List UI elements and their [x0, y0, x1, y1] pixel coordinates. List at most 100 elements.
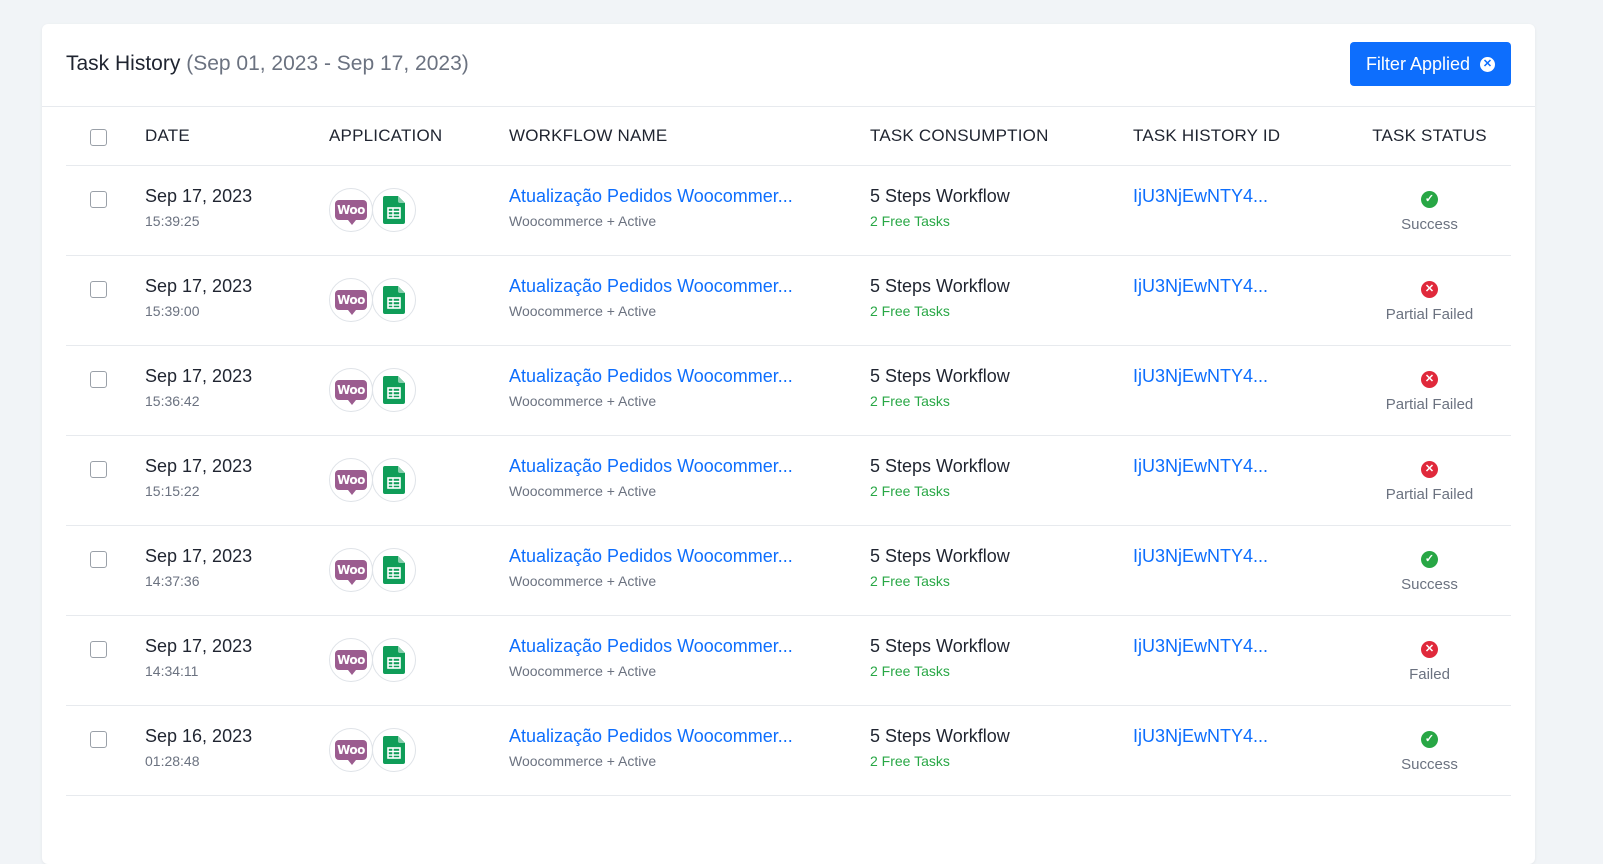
workflow-name-link[interactable]: Atualização Pedidos Woocommer... [509, 366, 870, 387]
application-icons: Woo [329, 436, 509, 525]
woocommerce-icon: Woo [329, 188, 373, 232]
table-row[interactable]: Sep 17, 2023 15:15:22 Woo Atualização Pe… [66, 435, 1511, 526]
workflow-name-link[interactable]: Atualização Pedidos Woocommer... [509, 186, 870, 207]
woocommerce-icon: Woo [329, 368, 373, 412]
x-circle-icon: ✕ [1421, 371, 1438, 388]
workflow-apps: Woocommerce + Active [509, 573, 657, 589]
status-label: Partial Failed [1385, 486, 1474, 503]
row-checkbox[interactable] [90, 641, 107, 658]
free-tasks: 2 Free Tasks [870, 483, 950, 499]
row-date: Sep 17, 2023 [145, 636, 253, 656]
row-time: 15:39:00 [145, 303, 200, 319]
status-label: Partial Failed [1385, 396, 1474, 413]
row-checkbox[interactable] [90, 371, 107, 388]
check-circle-icon: ✓ [1421, 191, 1438, 208]
task-history-id-link[interactable]: IjU3NjEwNTY4... [1133, 276, 1348, 297]
google-sheets-icon [372, 548, 416, 592]
woocommerce-icon: Woo [329, 548, 373, 592]
table-row[interactable]: Sep 16, 2023 01:28:48 Woo Atualização Pe… [66, 705, 1511, 796]
task-history-table: DATE APPLICATION WORKFLOW NAME TASK CONS… [66, 107, 1511, 796]
workflow-name-link[interactable]: Atualização Pedidos Woocommer... [509, 636, 870, 657]
select-all-checkbox[interactable] [90, 128, 107, 146]
workflow-apps: Woocommerce + Active [509, 483, 657, 499]
task-history-id-link[interactable]: IjU3NjEwNTY4... [1133, 546, 1348, 567]
task-consumption: 5 Steps Workflow [870, 186, 1010, 206]
task-consumption: 5 Steps Workflow [870, 546, 1010, 566]
task-consumption: 5 Steps Workflow [870, 636, 1010, 656]
filter-button-label: Filter Applied [1365, 53, 1470, 74]
column-header-task-status: TASK STATUS [1348, 107, 1511, 166]
date-range: (Sep 01, 2023 - Sep 17, 2023) [186, 52, 469, 75]
column-header-date: DATE [145, 107, 329, 166]
application-icons: Woo [329, 256, 509, 345]
workflow-apps: Woocommerce + Active [509, 303, 657, 319]
row-date: Sep 17, 2023 [145, 276, 253, 296]
workflow-name-link[interactable]: Atualização Pedidos Woocommer... [509, 726, 870, 747]
column-header-workflow-name: WORKFLOW NAME [509, 107, 870, 166]
task-history-id-link[interactable]: IjU3NjEwNTY4... [1133, 726, 1348, 747]
status-label: Failed [1409, 666, 1450, 683]
free-tasks: 2 Free Tasks [870, 573, 950, 589]
workflow-apps: Woocommerce + Active [509, 393, 657, 409]
free-tasks: 2 Free Tasks [870, 393, 950, 409]
application-icons: Woo [329, 706, 509, 795]
row-time: 14:37:36 [145, 573, 200, 589]
application-icons: Woo [329, 526, 509, 615]
woocommerce-icon: Woo [329, 458, 373, 502]
column-header-task-history-id: TASK HISTORY ID [1133, 107, 1348, 166]
task-history-id-link[interactable]: IjU3NjEwNTY4... [1133, 186, 1348, 207]
check-circle-icon: ✓ [1421, 731, 1438, 748]
workflow-name-link[interactable]: Atualização Pedidos Woocommer... [509, 276, 870, 297]
woocommerce-icon: Woo [329, 638, 373, 682]
table-row[interactable]: Sep 17, 2023 15:36:42 Woo Atualização Pe… [66, 345, 1511, 436]
column-header-task-consumption: TASK CONSUMPTION [870, 107, 1133, 166]
row-date: Sep 17, 2023 [145, 186, 253, 206]
row-checkbox[interactable] [90, 281, 107, 298]
workflow-name-link[interactable]: Atualização Pedidos Woocommer... [509, 546, 870, 567]
task-history-id-link[interactable]: IjU3NjEwNTY4... [1133, 456, 1348, 477]
application-icons: Woo [329, 346, 509, 435]
row-checkbox[interactable] [90, 461, 107, 478]
status-label: Partial Failed [1385, 306, 1474, 323]
free-tasks: 2 Free Tasks [870, 303, 950, 319]
task-history-card: Task History (Sep 01, 2023 - Sep 17, 202… [42, 24, 1535, 864]
column-header-application: APPLICATION [329, 107, 509, 166]
row-date: Sep 17, 2023 [145, 456, 253, 476]
google-sheets-icon [372, 188, 416, 232]
table-row[interactable]: Sep 17, 2023 14:37:36 Woo Atualização Pe… [66, 525, 1511, 616]
table-row[interactable]: Sep 17, 2023 14:34:11 Woo Atualização Pe… [66, 615, 1511, 706]
workflow-apps: Woocommerce + Active [509, 213, 657, 229]
table-header-row: DATE APPLICATION WORKFLOW NAME TASK CONS… [66, 107, 1511, 166]
task-consumption: 5 Steps Workflow [870, 726, 1010, 746]
woocommerce-icon: Woo [329, 278, 373, 322]
workflow-name-link[interactable]: Atualização Pedidos Woocommer... [509, 456, 870, 477]
x-circle-icon: ✕ [1421, 461, 1438, 478]
google-sheets-icon [372, 458, 416, 502]
status-label: Success [1401, 756, 1458, 773]
task-history-id-link[interactable]: IjU3NjEwNTY4... [1133, 636, 1348, 657]
row-time: 15:36:42 [145, 393, 200, 409]
clear-filter-icon[interactable]: ✕ [1480, 56, 1495, 72]
filter-applied-button[interactable]: Filter Applied ✕ [1349, 42, 1511, 86]
row-checkbox[interactable] [90, 731, 107, 748]
row-checkbox[interactable] [90, 551, 107, 568]
workflow-apps: Woocommerce + Active [509, 663, 657, 679]
row-date: Sep 17, 2023 [145, 546, 253, 566]
card-header: Task History (Sep 01, 2023 - Sep 17, 202… [42, 24, 1535, 107]
row-time: 15:15:22 [145, 483, 200, 499]
google-sheets-icon [372, 638, 416, 682]
row-time: 14:34:11 [145, 663, 199, 679]
row-time: 15:39:25 [145, 213, 200, 229]
free-tasks: 2 Free Tasks [870, 663, 950, 679]
task-consumption: 5 Steps Workflow [870, 456, 1010, 476]
task-history-id-link[interactable]: IjU3NjEwNTY4... [1133, 366, 1348, 387]
table-row[interactable]: Sep 17, 2023 15:39:00 Woo Atualização Pe… [66, 255, 1511, 346]
row-checkbox[interactable] [90, 191, 107, 208]
application-icons: Woo [329, 616, 509, 705]
task-consumption: 5 Steps Workflow [870, 366, 1010, 386]
table-row[interactable]: Sep 17, 2023 15:39:25 Woo Atualização Pe… [66, 165, 1511, 256]
task-consumption: 5 Steps Workflow [870, 276, 1010, 296]
x-circle-icon: ✕ [1421, 641, 1438, 658]
title-text: Task History [66, 52, 181, 75]
row-time: 01:28:48 [145, 753, 200, 769]
